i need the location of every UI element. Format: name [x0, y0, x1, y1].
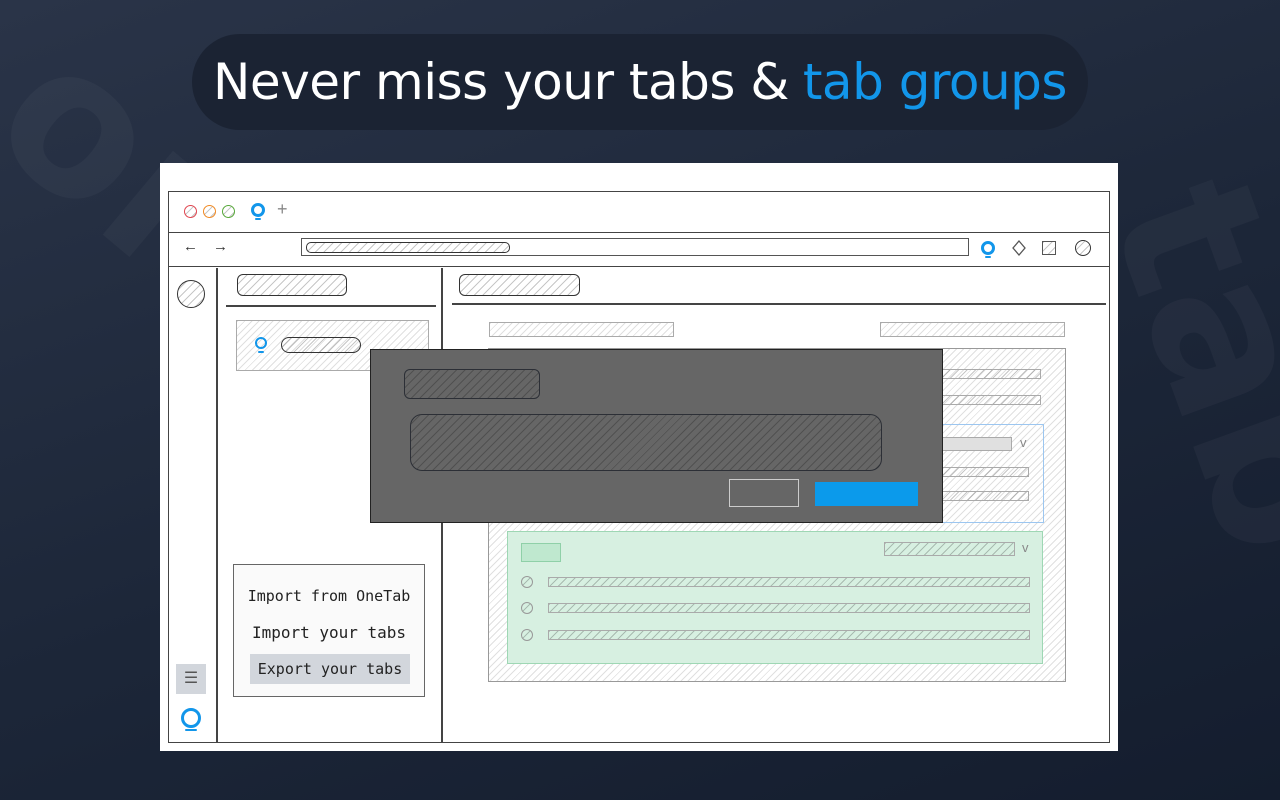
tab-group-green[interactable]: v	[507, 531, 1043, 664]
main-divider	[452, 303, 1106, 305]
chevron-down-icon[interactable]: v	[1022, 540, 1029, 555]
tab-favicon-icon	[521, 602, 533, 614]
headline-accent: tab groups	[802, 53, 1068, 111]
tab-row-placeholder[interactable]	[548, 577, 1030, 587]
main-heading-placeholder	[489, 322, 674, 337]
avatar[interactable]	[177, 280, 205, 308]
group-title-placeholder	[940, 437, 1012, 451]
tab-row-placeholder[interactable]	[940, 369, 1041, 379]
group-color-tag	[521, 543, 561, 562]
headline-banner: Never miss your tabs & tab groups	[192, 34, 1088, 130]
new-tab-icon[interactable]: +	[277, 199, 288, 220]
maximize-dot-icon[interactable]	[222, 205, 235, 218]
headline-text: Never miss your tabs &	[213, 53, 789, 111]
import-tabs-item[interactable]: Import your tabs	[234, 623, 424, 642]
modal-title-placeholder	[404, 369, 540, 399]
rail-divider	[216, 268, 218, 742]
forward-icon[interactable]: →	[213, 238, 228, 255]
close-dot-icon[interactable]	[184, 205, 197, 218]
tab-row-placeholder[interactable]	[548, 630, 1030, 640]
back-icon[interactable]: ←	[183, 238, 198, 255]
tab-row-placeholder[interactable]	[548, 603, 1030, 613]
main-action-placeholder	[880, 322, 1065, 337]
workspace-logo-icon	[255, 337, 267, 353]
minimize-dot-icon[interactable]	[203, 205, 216, 218]
square-icon[interactable]	[1042, 241, 1056, 255]
import-onetab-item[interactable]: Import from OneTab	[234, 587, 424, 605]
workspace-name-placeholder	[281, 337, 361, 353]
group-title-placeholder	[884, 542, 1015, 556]
tab-row-placeholder[interactable]	[940, 491, 1029, 501]
tab-row-placeholder[interactable]	[940, 395, 1041, 405]
title-bar: +	[169, 192, 1109, 233]
export-tabs-item[interactable]: Export your tabs	[250, 654, 410, 684]
main-title-placeholder	[459, 274, 580, 296]
sidebar-divider	[226, 305, 436, 307]
cancel-button[interactable]	[729, 479, 799, 507]
app-logo-icon[interactable]	[181, 708, 201, 731]
confirm-button[interactable]	[815, 482, 918, 506]
profile-circle-icon[interactable]	[1075, 240, 1091, 256]
url-placeholder	[306, 242, 510, 253]
diamond-icon[interactable]	[1012, 240, 1026, 256]
extension-logo-icon[interactable]	[981, 241, 995, 258]
import-export-menu: Import from OneTab Import your tabs Expo…	[233, 564, 425, 697]
sidebar-title-placeholder	[237, 274, 347, 296]
tab-favicon-icon	[521, 576, 533, 588]
url-input[interactable]	[301, 238, 969, 256]
modal-dialog	[370, 349, 943, 523]
tab-row-placeholder[interactable]	[940, 467, 1029, 477]
tab-logo-icon[interactable]	[251, 203, 265, 220]
menu-icon[interactable]: ☰	[176, 664, 206, 694]
modal-input[interactable]	[410, 414, 882, 471]
chevron-down-icon[interactable]: v	[1020, 435, 1027, 450]
address-bar: ← →	[169, 232, 1109, 267]
tab-favicon-icon	[521, 629, 533, 641]
